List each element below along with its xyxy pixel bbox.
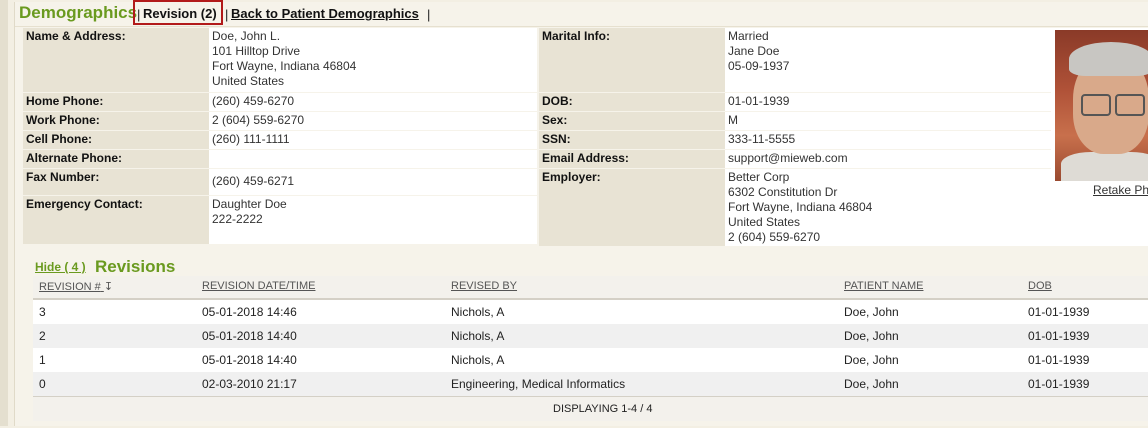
- photo-hair: [1069, 42, 1148, 76]
- patient-name: Doe, John: [844, 329, 899, 343]
- name-address-value: Doe, John L. 101 Hilltop Drive Fort Wayn…: [209, 28, 537, 92]
- patient-name: Doe, John: [844, 377, 899, 391]
- employer-name: Better Corp: [728, 170, 790, 184]
- cell-phone-value: (260) 111-1111: [209, 131, 537, 149]
- address-line: United States: [212, 74, 285, 88]
- employer-address: 6302 Constitution Dr: [728, 185, 838, 199]
- sex-value: M: [725, 112, 1053, 130]
- fax-number-label: Fax Number:: [23, 169, 209, 195]
- work-phone-value: 2 (604) 559-6270: [209, 112, 537, 130]
- marital-info-value: Married Jane Doe 05-09-1937: [725, 28, 1053, 92]
- col-dob[interactable]: DOB: [1028, 280, 1052, 292]
- email-value: support@mieweb.com: [725, 150, 1053, 168]
- dob: 01-01-1939: [1028, 329, 1090, 343]
- work-phone-label: Work Phone:: [23, 112, 209, 130]
- revision-datetime: 02-03-2010 21:17: [202, 377, 297, 391]
- revision-number: 1: [39, 353, 46, 367]
- employer-address: United States: [728, 215, 801, 229]
- patient-name: Doe, John: [844, 353, 899, 367]
- col-revision-number-label: REVISION #: [39, 281, 101, 293]
- separator: |: [427, 7, 431, 22]
- revisions-section: Hide ( 4 ) Revisions REVISION # ↧ REVISI…: [33, 252, 1148, 428]
- demographics-panel: Demographics | Revision (2) | Back to Pa…: [14, 0, 1148, 428]
- table-row[interactable]: 2 05-01-2018 14:40 Nichols, A Doe, John …: [33, 324, 1148, 348]
- marital-info-label: Marital Info:: [539, 28, 725, 92]
- sort-descending-icon: ↧: [103, 281, 114, 293]
- name-address-label: Name & Address:: [23, 28, 209, 92]
- back-to-demographics-link[interactable]: Back to Patient Demographics: [231, 6, 419, 21]
- patient-name: Doe, John: [844, 305, 899, 319]
- separator: |: [225, 7, 229, 22]
- dob: 01-01-1939: [1028, 305, 1090, 319]
- emergency-contact-value: Daughter Doe 222-2222: [209, 196, 537, 244]
- revised-by: Nichols, A: [451, 305, 505, 319]
- home-phone-label: Home Phone:: [23, 93, 209, 111]
- photo-shirt: [1061, 152, 1148, 181]
- pagination-status: DISPLAYING 1-4 / 4: [553, 403, 653, 415]
- demographics-grid: Name & Address: Doe, John L. 101 Hilltop…: [23, 28, 1055, 246]
- alternate-phone-label: Alternate Phone:: [23, 150, 209, 168]
- dob-label: DOB:: [539, 93, 725, 111]
- revision-datetime: 05-01-2018 14:40: [202, 329, 297, 343]
- patient-photo: [1055, 30, 1148, 181]
- page-title: Demographics: [19, 3, 138, 22]
- employer-label: Employer:: [539, 169, 725, 246]
- photo-glasses: [1081, 94, 1111, 116]
- ssn-value: 333-11-5555: [725, 131, 1053, 149]
- employer-address: Fort Wayne, Indiana 46804: [728, 200, 873, 214]
- col-revision-datetime[interactable]: REVISION DATE/TIME: [202, 280, 315, 292]
- alternate-phone-value: [209, 150, 537, 168]
- table-row[interactable]: 3 05-01-2018 14:46 Nichols, A Doe, John …: [33, 300, 1148, 324]
- spouse-name: Jane Doe: [728, 44, 780, 58]
- fax-number-value: (260) 459-6271: [209, 169, 537, 195]
- left-edge-bar: [0, 0, 8, 426]
- email-label: Email Address:: [539, 150, 725, 168]
- ssn-label: SSN:: [539, 131, 725, 149]
- header-divider: [15, 26, 1148, 27]
- contact-phone: 222-2222: [212, 212, 263, 226]
- revision-datetime: 05-01-2018 14:40: [202, 353, 297, 367]
- revisions-table: REVISION # ↧ REVISION DATE/TIME REVISED …: [33, 276, 1148, 421]
- revision-datetime: 05-01-2018 14:46: [202, 305, 297, 319]
- dob: 01-01-1939: [1028, 353, 1090, 367]
- col-patient-name[interactable]: PATIENT NAME: [844, 280, 923, 292]
- dob: 01-01-1939: [1028, 377, 1090, 391]
- revised-by: Nichols, A: [451, 353, 505, 367]
- revision-number: 2: [39, 329, 46, 343]
- sex-label: Sex:: [539, 112, 725, 130]
- revisions-title: Revisions: [95, 257, 176, 276]
- contact-name: Daughter Doe: [212, 197, 287, 211]
- retake-photo-link[interactable]: Retake Pho: [1093, 183, 1148, 197]
- emergency-contact-label: Emergency Contact:: [23, 196, 209, 244]
- col-revised-by[interactable]: REVISED BY: [451, 280, 517, 292]
- table-row[interactable]: 1 05-01-2018 14:40 Nichols, A Doe, John …: [33, 348, 1148, 372]
- revised-by: Nichols, A: [451, 329, 505, 343]
- photo-glasses: [1115, 94, 1145, 116]
- revision-number: 3: [39, 305, 46, 319]
- table-footer: DISPLAYING 1-4 / 4: [33, 396, 1148, 421]
- col-revision-number[interactable]: REVISION # ↧: [39, 280, 113, 293]
- cell-phone-label: Cell Phone:: [23, 131, 209, 149]
- address-line: 101 Hilltop Drive: [212, 44, 301, 58]
- employer-value: Better Corp 6302 Constitution Dr Fort Wa…: [725, 169, 1053, 246]
- dob-value: 01-01-1939: [725, 93, 1053, 111]
- revised-by: Engineering, Medical Informatics: [451, 377, 626, 391]
- highlight-box: [133, 0, 223, 25]
- name-line: Doe, John L.: [212, 29, 281, 43]
- spouse-dob: 05-09-1937: [728, 59, 790, 73]
- employer-phone: 2 (604) 559-6270: [728, 230, 821, 244]
- home-phone-value: (260) 459-6270: [209, 93, 537, 111]
- address-line: Fort Wayne, Indiana 46804: [212, 59, 357, 73]
- hide-revisions-link[interactable]: Hide ( 4 ): [35, 260, 86, 274]
- table-row[interactable]: 0 02-03-2010 21:17 Engineering, Medical …: [33, 372, 1148, 396]
- marital-status: Married: [728, 29, 769, 43]
- revision-number: 0: [39, 377, 46, 391]
- table-header: REVISION # ↧ REVISION DATE/TIME REVISED …: [33, 276, 1148, 300]
- patient-photo-area: Retake Pho: [1051, 28, 1148, 246]
